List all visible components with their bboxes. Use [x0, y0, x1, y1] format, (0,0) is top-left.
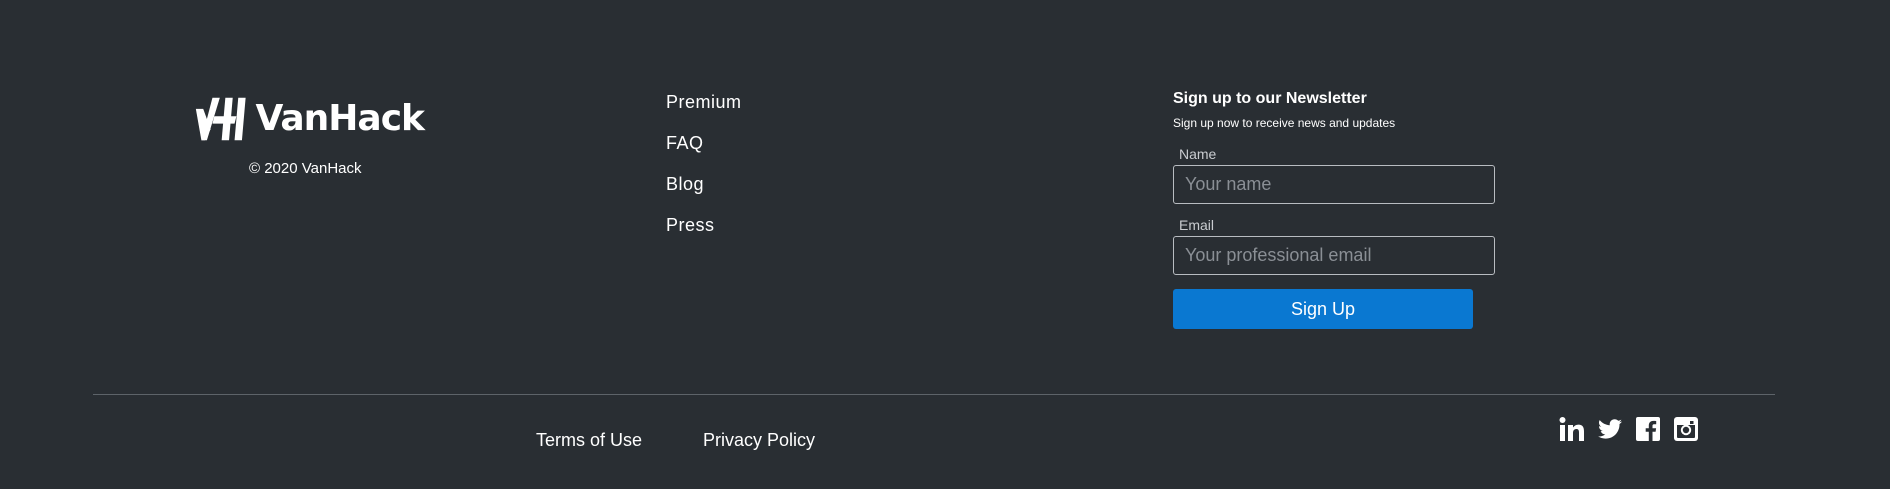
footer-nav-item-blog: Blog	[666, 174, 742, 215]
site-footer: VanHack © 2020 VanHack Premium FAQ Blog …	[0, 0, 1890, 489]
footer-nav-item-premium: Premium	[666, 92, 742, 133]
terms-of-use-link[interactable]: Terms of Use	[536, 430, 642, 451]
newsletter-form: Sign up to our Newsletter Sign up now to…	[1173, 88, 1495, 329]
premium-link[interactable]: Premium	[666, 92, 742, 112]
footer-nav-item-faq: FAQ	[666, 133, 742, 174]
twitter-link[interactable]	[1597, 416, 1623, 442]
instagram-link[interactable]	[1673, 416, 1699, 442]
blog-link[interactable]: Blog	[666, 174, 704, 194]
privacy-policy-link[interactable]: Privacy Policy	[703, 430, 815, 451]
linkedin-icon	[1559, 417, 1584, 441]
instagram-icon	[1674, 417, 1698, 441]
vanhack-logo-mark-icon	[195, 97, 246, 141]
newsletter-subtitle: Sign up now to receive news and updates	[1173, 116, 1396, 130]
footer-nav: Premium FAQ Blog Press	[666, 92, 742, 256]
name-label: Name	[1179, 146, 1217, 162]
newsletter-title: Sign up to our Newsletter	[1173, 90, 1367, 107]
footer-nav-item-press: Press	[666, 215, 742, 256]
sign-up-button[interactable]: Sign Up	[1173, 289, 1473, 329]
press-link[interactable]: Press	[666, 215, 715, 235]
brand-block: VanHack © 2020 VanHack	[194, 94, 425, 177]
logo-wordmark: VanHack	[255, 98, 425, 139]
footer-divider	[93, 394, 1775, 395]
twitter-icon	[1598, 419, 1622, 439]
linkedin-link[interactable]	[1559, 416, 1585, 442]
facebook-icon	[1636, 417, 1660, 441]
vanhack-logo[interactable]: VanHack	[194, 94, 425, 144]
facebook-link[interactable]	[1635, 416, 1661, 442]
social-links	[1559, 416, 1699, 442]
email-label: Email	[1179, 217, 1215, 233]
name-input[interactable]	[1173, 165, 1495, 204]
email-input[interactable]	[1173, 236, 1495, 275]
copyright-text: © 2020 VanHack	[249, 160, 362, 177]
faq-link[interactable]: FAQ	[666, 133, 704, 153]
